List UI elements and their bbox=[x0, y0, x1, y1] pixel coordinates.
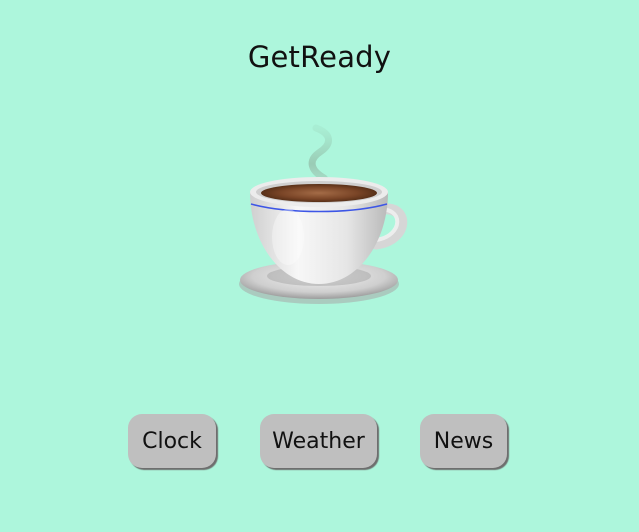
app-window: GetReady Clock Weather News bbox=[0, 0, 639, 532]
coffee-cup-icon bbox=[228, 122, 412, 312]
news-button[interactable]: News bbox=[420, 414, 507, 468]
weather-button[interactable]: Weather bbox=[260, 414, 377, 468]
clock-button[interactable]: Clock bbox=[128, 414, 216, 468]
page-title: GetReady bbox=[247, 40, 392, 74]
